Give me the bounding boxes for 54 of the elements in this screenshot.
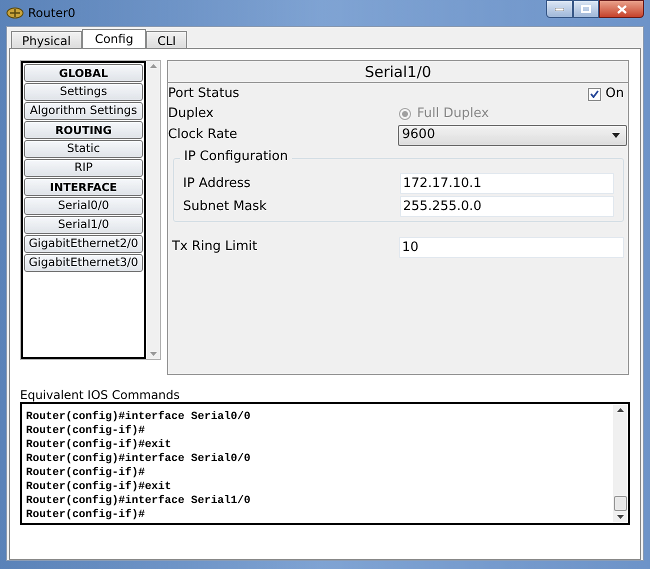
maximize-button[interactable] — [573, 0, 599, 18]
input-field[interactable]: 172.17.10.1 — [400, 173, 614, 194]
sidebar-item[interactable]: Serial0/0 — [24, 197, 143, 215]
field-label: Port Status — [168, 85, 240, 104]
group-title: IP Configuration — [180, 150, 292, 163]
scrollbar[interactable] — [613, 404, 628, 523]
scroll-down-icon — [617, 515, 624, 519]
sidebar-item[interactable]: RIP — [24, 159, 143, 177]
console-line: Router(config-if)# — [26, 424, 146, 438]
checkbox[interactable] — [588, 88, 601, 100]
interface-title: Serial1/0 — [168, 61, 628, 83]
console-line: Router(config-if)# — [26, 508, 146, 522]
scroll-up-icon — [617, 408, 624, 412]
minimize-button[interactable] — [546, 0, 573, 18]
scroll-thumb[interactable] — [614, 496, 627, 511]
minimize-icon — [555, 8, 564, 10]
section-label: Equivalent IOS Commands — [20, 389, 181, 402]
console-line: Router(config)#interface Serial1/0 — [26, 494, 252, 508]
sidebar-item[interactable]: GigabitEthernet3/0 — [24, 254, 143, 272]
check-icon — [590, 90, 599, 98]
input-field[interactable]: 255.255.0.0 — [400, 196, 614, 217]
scrollbar[interactable] — [146, 61, 160, 359]
console-line: Router(config-if)#exit — [26, 438, 172, 452]
sidebar-item[interactable]: Settings — [24, 83, 143, 101]
section-header[interactable]: GLOBAL — [24, 64, 143, 82]
field-label: Duplex — [168, 105, 215, 124]
dropdown-caret-icon — [612, 132, 620, 138]
scroll-down-icon — [150, 352, 156, 356]
console-line: Router(config)#interface Serial0/0 — [26, 410, 252, 424]
maximize-icon — [581, 5, 591, 13]
sidebar-item[interactable]: Static — [24, 140, 143, 158]
console-line: Router(config-if)#exit — [26, 480, 172, 494]
input-field[interactable]: 10 — [399, 236, 624, 258]
tab[interactable]: Config — [82, 29, 146, 48]
sidebar-item[interactable]: GigabitEthernet2/0 — [24, 235, 143, 253]
console-line: Router(config)#interface Serial0/0 — [26, 452, 252, 466]
window-title: Router0 — [28, 5, 76, 22]
sidebar-item[interactable]: Serial1/0 — [24, 216, 143, 234]
tab[interactable]: CLI — [146, 31, 187, 48]
router-icon — [6, 5, 24, 21]
field-label: Subnet Mask — [183, 198, 268, 216]
tab[interactable]: Physical — [11, 31, 82, 48]
sidebar-item[interactable]: Algorithm Settings — [24, 102, 143, 120]
section-header[interactable]: ROUTING — [24, 121, 143, 139]
close-button[interactable] — [599, 0, 644, 18]
clock-rate-dropdown[interactable]: 9600 — [398, 124, 627, 146]
field-label: Clock Rate — [168, 126, 238, 144]
close-icon — [616, 4, 626, 14]
field-label: IP Address — [183, 174, 252, 193]
field-label: Tx Ring Limit — [172, 238, 258, 256]
console-line: Router(config-if)# — [26, 466, 146, 480]
section-header[interactable]: INTERFACE — [24, 178, 143, 196]
port-status-checkbox[interactable]: On — [588, 84, 624, 104]
scroll-up-icon — [150, 64, 156, 68]
